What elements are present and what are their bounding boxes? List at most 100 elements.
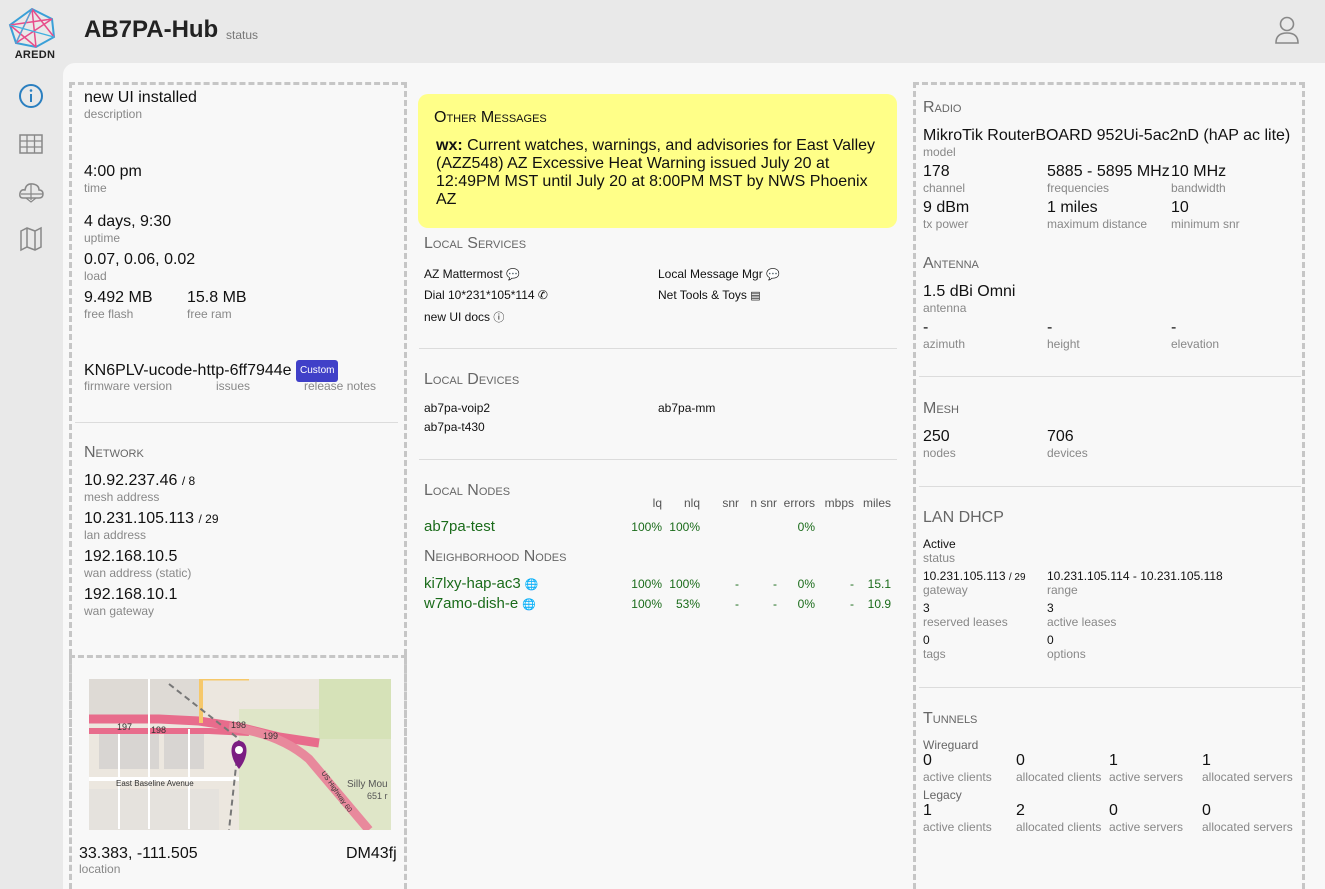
service-link[interactable]: AZ Mattermost 💬 xyxy=(424,267,520,281)
uptime-value: 4 days, 9:30 xyxy=(84,213,172,230)
legacy-label: Legacy xyxy=(923,788,962,802)
divider xyxy=(919,376,1301,377)
node-link[interactable]: ab7pa-test xyxy=(424,518,495,535)
reserved-leases-label: reserved leases xyxy=(923,615,1008,629)
col-errors: errors xyxy=(783,496,815,510)
elevation-label: elevation xyxy=(1171,337,1220,351)
node-nlq: 100% xyxy=(669,520,700,534)
node-errors: 0% xyxy=(797,577,815,591)
tunnels-title: Tunnels xyxy=(923,710,978,727)
load-label: load xyxy=(84,269,107,283)
node-lq: 100% xyxy=(631,577,662,591)
node-snr: - xyxy=(735,597,739,611)
free-ram-label: free ram xyxy=(187,307,232,321)
release-notes-link[interactable]: release notes xyxy=(304,379,376,393)
device-link[interactable]: ab7pa-t430 xyxy=(424,420,485,434)
mesh-address-suffix: / 8 xyxy=(181,474,196,488)
service-link[interactable]: Local Message Mgr 💬 xyxy=(658,267,780,281)
max-distance-value: 1 miles xyxy=(1047,199,1098,216)
logo-text: AREDN xyxy=(14,49,56,61)
col-lq: lq xyxy=(652,496,662,510)
map-label-198a: 198 xyxy=(151,725,166,735)
map-label-elev: 651 r xyxy=(367,791,388,801)
local-nodes-title: Local Nodes xyxy=(424,482,511,499)
aredn-logo[interactable]: AREDN xyxy=(6,7,60,63)
issues-link[interactable]: issues xyxy=(216,379,250,393)
dhcp-gateway-text: 10.231.105.113 xyxy=(923,569,1006,583)
lan-address-label: lan address xyxy=(84,528,147,542)
frequencies-label: frequencies xyxy=(1047,181,1110,195)
map-label-place: Silly Mou xyxy=(347,779,388,790)
active-leases-label: active leases xyxy=(1047,615,1117,629)
divider xyxy=(419,348,897,349)
node-status-label: status xyxy=(226,28,259,42)
allocated-clients-label: allocated clients xyxy=(1016,820,1102,834)
globe-icon: 🌐 xyxy=(522,599,537,611)
messages-text: wx: Current watches, warnings, and advis… xyxy=(436,137,886,209)
firmware-version-text: KN6PLV-ucode-http-6ff7944e xyxy=(84,362,292,379)
divider xyxy=(919,486,1301,487)
location-map[interactable]: 197 198 198 199 East Baseline Avenue US … xyxy=(89,679,391,830)
node-nsnr: - xyxy=(773,577,777,591)
node-snr: - xyxy=(735,577,739,591)
service-link[interactable]: new UI docs ⓘ xyxy=(424,309,504,325)
height-value: - xyxy=(1047,319,1053,336)
node-name: w7amo-dish-e xyxy=(424,595,519,612)
service-label: Dial 10*231*105*114 xyxy=(424,288,535,302)
network-title: Network xyxy=(84,444,144,461)
node-mbps: - xyxy=(850,597,854,611)
dhcp-range-value: 10.231.105.114 - 10.231.105.118 xyxy=(1047,569,1223,583)
lan-address-text: 10.231.105.113 xyxy=(84,510,195,527)
col-snr: snr xyxy=(722,496,739,510)
node-miles: 15.1 xyxy=(867,577,891,591)
allocated-servers-label: allocated servers xyxy=(1202,770,1293,784)
active-clients-label: active clients xyxy=(923,770,992,784)
description-label: description xyxy=(84,107,143,121)
tx-power-label: tx power xyxy=(923,217,969,231)
min-snr-value: 10 xyxy=(1171,199,1189,216)
active-clients-label: active clients xyxy=(923,820,992,834)
node-lq: 100% xyxy=(631,520,662,534)
divider xyxy=(419,459,897,460)
user-icon[interactable] xyxy=(1272,14,1302,46)
service-link[interactable]: Net Tools & Toys ▤ xyxy=(658,288,761,302)
phone-icon: ✆ xyxy=(537,288,548,302)
wan-address-label: wan address (static) xyxy=(84,566,192,580)
messages-prefix: wx: xyxy=(436,137,463,154)
device-link[interactable]: ab7pa-mm xyxy=(658,401,715,415)
tags-value: 0 xyxy=(923,633,930,647)
active-leases-value: 3 xyxy=(1047,601,1054,615)
lan-address-suffix: / 29 xyxy=(198,512,219,526)
allocated-clients-label: allocated clients xyxy=(1016,770,1102,784)
grid-icon[interactable] xyxy=(17,130,45,158)
device-link[interactable]: ab7pa-voip2 xyxy=(424,401,490,415)
map-label-street: East Baseline Avenue xyxy=(116,779,194,788)
tags-label: tags xyxy=(923,647,946,661)
antenna-title: Antenna xyxy=(923,255,979,272)
map-icon[interactable] xyxy=(17,225,45,253)
node-link[interactable]: ki7lxy-hap-ac3 🌐 xyxy=(424,575,539,592)
free-flash-value: 9.492 MB xyxy=(84,289,153,306)
elevation-value: - xyxy=(1171,319,1177,336)
chat-icon: 💬 xyxy=(766,269,780,281)
frequencies-value: 5885 - 5895 MHz xyxy=(1047,163,1170,180)
firmware-version-label: firmware version xyxy=(84,379,173,393)
chat-icon: 💬 xyxy=(506,269,520,281)
wg-active-clients: 0 xyxy=(923,752,932,769)
mesh-nodes-label: nodes xyxy=(923,446,956,460)
node-link[interactable]: w7amo-dish-e 🌐 xyxy=(424,595,536,612)
mesh-cloud-icon[interactable] xyxy=(17,178,45,206)
dhcp-status-value: Active xyxy=(923,537,956,551)
allocated-servers-label: allocated servers xyxy=(1202,820,1293,834)
mesh-address-text: 10.92.237.46 xyxy=(84,472,178,489)
legacy-active-clients: 1 xyxy=(923,802,932,819)
service-link[interactable]: Dial 10*231*105*114 ✆ xyxy=(424,288,548,302)
free-ram-value: 15.8 MB xyxy=(187,289,247,306)
local-services-title: Local Services xyxy=(424,235,527,252)
col-miles: miles xyxy=(862,496,891,510)
azimuth-label: azimuth xyxy=(923,337,966,351)
options-label: options xyxy=(1047,647,1086,661)
info-icon[interactable] xyxy=(17,82,45,110)
mesh-title: Mesh xyxy=(923,400,959,417)
node-nsnr: - xyxy=(773,597,777,611)
